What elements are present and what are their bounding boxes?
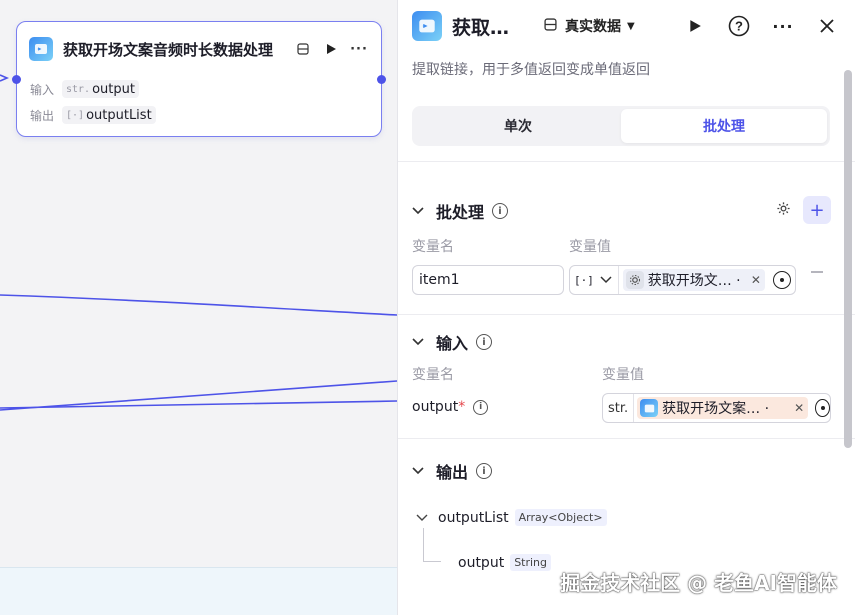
svg-text:?: ? bbox=[735, 19, 743, 34]
node-config-panel: 获取… 真实数据 ▼ ? ··· 提取链接，用于多值返回变成单值返回 单次 批处… bbox=[397, 0, 855, 615]
gear-icon[interactable] bbox=[776, 201, 791, 220]
mock-data-icon[interactable] bbox=[293, 39, 313, 59]
input-ref-text: 获取开场文案… · bbox=[662, 401, 770, 417]
array-type-selector[interactable]: [·] bbox=[570, 266, 619, 294]
info-icon[interactable]: i bbox=[492, 203, 509, 219]
node-input-chip: str. output bbox=[62, 80, 139, 98]
output-item-type: Array<Object> bbox=[514, 509, 607, 526]
string-type-icon: str. bbox=[66, 83, 91, 95]
node-input-label: 输入 bbox=[30, 82, 55, 97]
node-title: 获取开场文案音频时长数据处理 bbox=[63, 40, 274, 59]
mock-data-icon bbox=[544, 17, 557, 35]
string-type-icon: str. bbox=[603, 394, 635, 422]
input-var-name-label: output bbox=[412, 399, 459, 415]
output-tree-item[interactable]: output String bbox=[458, 554, 552, 571]
chevron-down-icon bbox=[416, 514, 428, 521]
batch-var-value-field[interactable]: [·] 获取开场文… · ✕ bbox=[569, 265, 796, 295]
node-input-value: output bbox=[92, 81, 135, 97]
more-options-icon[interactable]: ··· bbox=[769, 12, 797, 40]
batch-var-name-input[interactable]: item1 bbox=[412, 265, 564, 295]
panel-description: 提取链接，用于多值返回变成单值返回 bbox=[412, 62, 650, 78]
input-ref-chip[interactable]: 获取开场文案… · ✕ bbox=[637, 397, 809, 419]
variable-picker-icon[interactable] bbox=[815, 399, 830, 417]
batch-section-title: 批处理 bbox=[436, 203, 485, 222]
close-icon[interactable]: ✕ bbox=[751, 273, 761, 287]
input-var-value-field[interactable]: str. 获取开场文案… · ✕ bbox=[602, 393, 831, 423]
tree-connector bbox=[423, 528, 441, 562]
code-node-icon bbox=[29, 37, 53, 61]
batch-var-name-value: item1 bbox=[419, 272, 460, 288]
chevron-down-icon bbox=[600, 276, 612, 284]
input-col-name: 变量名 bbox=[412, 367, 454, 383]
close-icon[interactable]: ✕ bbox=[794, 401, 804, 415]
node-output-label: 输出 bbox=[30, 108, 55, 123]
required-mark: * bbox=[458, 399, 466, 415]
add-variable-button[interactable]: + bbox=[803, 196, 831, 224]
output-tree-item[interactable]: outputList Array<Object> bbox=[416, 509, 607, 526]
array-type-icon: [·] bbox=[66, 109, 85, 121]
batch-col-value: 变量值 bbox=[569, 239, 611, 255]
gear-node-icon bbox=[625, 271, 644, 289]
workflow-canvas[interactable]: 获取开场文案音频时长数据处理 ··· 输入 str. output 输出 [·]… bbox=[0, 0, 397, 615]
divider bbox=[398, 438, 855, 439]
output-item-name: output bbox=[458, 554, 505, 571]
remove-variable-button[interactable] bbox=[811, 271, 823, 273]
input-col-value: 变量值 bbox=[602, 367, 644, 383]
node-input-port[interactable] bbox=[12, 75, 21, 84]
info-icon[interactable]: i bbox=[473, 399, 489, 415]
edge-line bbox=[0, 294, 397, 316]
code-node-icon bbox=[640, 399, 659, 417]
input-section-title: 输入 bbox=[436, 334, 469, 353]
edge-line bbox=[0, 400, 397, 409]
info-icon[interactable]: i bbox=[476, 334, 493, 350]
data-mode-label: 真实数据 bbox=[565, 19, 621, 35]
batch-section-header[interactable]: 批处理 i bbox=[412, 199, 509, 223]
variable-picker-icon[interactable] bbox=[772, 271, 791, 289]
array-type-icon: [·] bbox=[574, 273, 594, 287]
chevron-down-icon bbox=[412, 204, 424, 219]
caret-down-icon: ▼ bbox=[627, 20, 635, 32]
divider bbox=[398, 161, 855, 162]
node-output-value: outputList bbox=[86, 107, 152, 123]
chevron-down-icon bbox=[412, 335, 424, 350]
edge-line bbox=[0, 380, 397, 411]
more-options-icon[interactable]: ··· bbox=[349, 39, 369, 59]
tab-batch[interactable]: 批处理 bbox=[621, 109, 827, 143]
mode-tabs: 单次 批处理 bbox=[412, 106, 830, 146]
input-var-name: output * i bbox=[412, 399, 489, 415]
close-icon[interactable] bbox=[813, 12, 841, 40]
edge-arrow bbox=[0, 74, 10, 82]
chevron-down-icon bbox=[412, 464, 424, 479]
batch-col-name: 变量名 bbox=[412, 239, 454, 255]
run-node-button[interactable] bbox=[321, 39, 341, 59]
canvas-bottom-bar bbox=[0, 567, 397, 615]
batch-ref-text: 获取开场文… · bbox=[647, 273, 741, 289]
batch-ref-chip[interactable]: 获取开场文… · ✕ bbox=[622, 269, 765, 291]
output-section-header[interactable]: 输出 i bbox=[412, 459, 493, 483]
panel-scrollbar[interactable] bbox=[844, 70, 852, 448]
tab-single[interactable]: 单次 bbox=[415, 109, 621, 143]
code-node-icon bbox=[412, 11, 442, 41]
workflow-node[interactable]: 获取开场文案音频时长数据处理 ··· 输入 str. output 输出 [·]… bbox=[12, 21, 386, 137]
help-icon[interactable]: ? bbox=[725, 12, 753, 40]
output-item-name: outputList bbox=[438, 509, 509, 526]
info-icon[interactable]: i bbox=[476, 463, 493, 479]
divider bbox=[398, 314, 855, 315]
output-item-type: String bbox=[510, 554, 552, 571]
node-output-chip: [·] outputList bbox=[62, 106, 156, 124]
watermark: 掘金技术社区 @ 老鱼AI智能体 bbox=[560, 571, 837, 595]
run-node-button[interactable] bbox=[681, 12, 709, 40]
data-mode-dropdown[interactable]: 真实数据 ▼ bbox=[544, 16, 635, 36]
panel-title[interactable]: 获取… bbox=[452, 13, 530, 40]
output-section-title: 输出 bbox=[436, 463, 469, 482]
input-section-header[interactable]: 输入 i bbox=[412, 330, 493, 354]
node-output-port[interactable] bbox=[377, 75, 386, 84]
